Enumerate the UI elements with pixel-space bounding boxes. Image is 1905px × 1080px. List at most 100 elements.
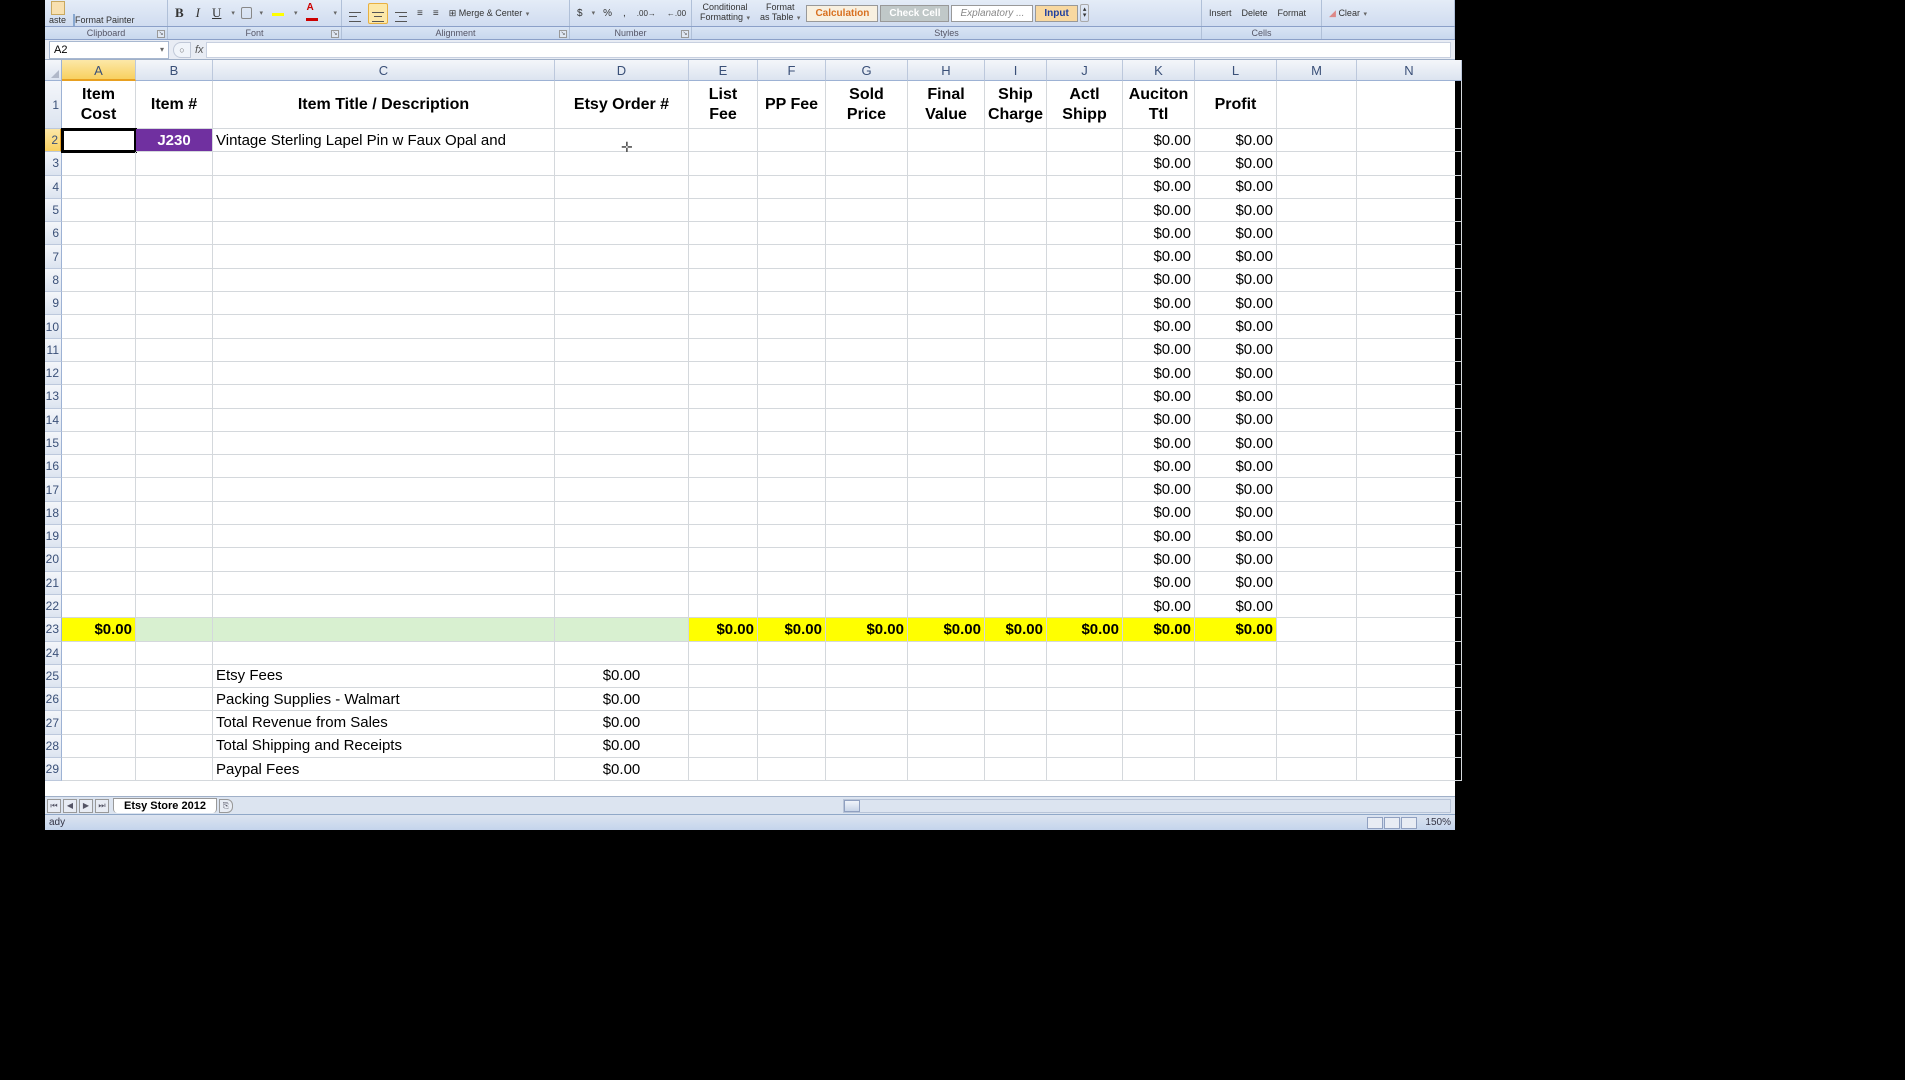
cell-E21[interactable] (689, 572, 758, 595)
cell-D8[interactable] (555, 269, 689, 292)
formula-input[interactable] (206, 42, 1451, 58)
increase-decimal-button[interactable]: .00→ (634, 8, 659, 19)
row-header-23[interactable]: 23 (45, 618, 62, 641)
cell-M25[interactable] (1277, 665, 1357, 688)
cell-L13[interactable]: $0.00 (1195, 385, 1277, 408)
cell-C21[interactable] (213, 572, 555, 595)
cell-G1[interactable]: Sold Price (826, 81, 908, 129)
cell-C9[interactable] (213, 292, 555, 315)
cell-G2[interactable] (826, 129, 908, 152)
cell-N6[interactable] (1357, 222, 1462, 245)
cell-G12[interactable] (826, 362, 908, 385)
cell-M18[interactable] (1277, 502, 1357, 525)
style-explanatory[interactable]: Explanatory ... (951, 5, 1033, 22)
row-header-20[interactable]: 20 (45, 548, 62, 571)
col-header-H[interactable]: H (908, 60, 985, 81)
cell-D18[interactable] (555, 502, 689, 525)
cell-H12[interactable] (908, 362, 985, 385)
cell-M26[interactable] (1277, 688, 1357, 711)
cell-L29[interactable] (1195, 758, 1277, 781)
row-header-25[interactable]: 25 (45, 665, 62, 688)
italic-button[interactable]: I (193, 4, 203, 22)
col-header-M[interactable]: M (1277, 60, 1357, 81)
cell-B27[interactable] (136, 711, 213, 734)
cell-D22[interactable] (555, 595, 689, 618)
cell-K8[interactable]: $0.00 (1123, 269, 1195, 292)
cell-L3[interactable]: $0.00 (1195, 152, 1277, 175)
decrease-decimal-button[interactable]: ←.00 (664, 8, 689, 19)
cell-D15[interactable] (555, 432, 689, 455)
cell-N19[interactable] (1357, 525, 1462, 548)
cell-N12[interactable] (1357, 362, 1462, 385)
cell-H26[interactable] (908, 688, 985, 711)
cell-E6[interactable] (689, 222, 758, 245)
currency-button[interactable]: $ (574, 7, 586, 20)
cell-M24[interactable] (1277, 642, 1357, 665)
cell-I8[interactable] (985, 269, 1047, 292)
cell-H6[interactable] (908, 222, 985, 245)
cell-A10[interactable] (62, 315, 136, 338)
cell-G21[interactable] (826, 572, 908, 595)
cell-G6[interactable] (826, 222, 908, 245)
align-left-button[interactable] (346, 4, 364, 23)
cell-F20[interactable] (758, 548, 826, 571)
align-right-button[interactable] (392, 4, 410, 23)
cell-E17[interactable] (689, 478, 758, 501)
cell-C25[interactable]: Etsy Fees (213, 665, 555, 688)
cell-B15[interactable] (136, 432, 213, 455)
cell-E8[interactable] (689, 269, 758, 292)
cell-J14[interactable] (1047, 409, 1123, 432)
cell-A22[interactable] (62, 595, 136, 618)
cell-H18[interactable] (908, 502, 985, 525)
cell-C15[interactable] (213, 432, 555, 455)
cell-F24[interactable] (758, 642, 826, 665)
row-header-1[interactable]: 1 (45, 81, 62, 129)
cell-H4[interactable] (908, 176, 985, 199)
cell-F7[interactable] (758, 245, 826, 268)
cell-L23[interactable]: $0.00 (1195, 618, 1277, 641)
cell-E18[interactable] (689, 502, 758, 525)
cell-J2[interactable] (1047, 129, 1123, 152)
cell-N1[interactable] (1357, 81, 1462, 129)
cell-B5[interactable] (136, 199, 213, 222)
cell-F14[interactable] (758, 409, 826, 432)
cell-L26[interactable] (1195, 688, 1277, 711)
cell-F29[interactable] (758, 758, 826, 781)
cell-N21[interactable] (1357, 572, 1462, 595)
cell-B16[interactable] (136, 455, 213, 478)
cell-D6[interactable] (555, 222, 689, 245)
cell-C3[interactable] (213, 152, 555, 175)
cell-E7[interactable] (689, 245, 758, 268)
cell-K11[interactable]: $0.00 (1123, 339, 1195, 362)
cell-N2[interactable] (1357, 129, 1462, 152)
cell-F12[interactable] (758, 362, 826, 385)
cell-H8[interactable] (908, 269, 985, 292)
cell-D16[interactable] (555, 455, 689, 478)
cell-C6[interactable] (213, 222, 555, 245)
cell-G24[interactable] (826, 642, 908, 665)
cell-C14[interactable] (213, 409, 555, 432)
cell-E24[interactable] (689, 642, 758, 665)
cell-D28[interactable]: $0.00 (555, 735, 689, 758)
cell-L18[interactable]: $0.00 (1195, 502, 1277, 525)
row-header-17[interactable]: 17 (45, 478, 62, 501)
row-header-13[interactable]: 13 (45, 385, 62, 408)
bold-button[interactable]: B (172, 4, 187, 22)
merge-center-button[interactable]: ⊞ Merge & Center ▾ (446, 7, 533, 20)
cell-C27[interactable]: Total Revenue from Sales (213, 711, 555, 734)
cell-B2[interactable]: J230 (136, 129, 213, 152)
cell-D25[interactable]: $0.00 (555, 665, 689, 688)
cell-G8[interactable] (826, 269, 908, 292)
cell-K9[interactable]: $0.00 (1123, 292, 1195, 315)
font-launcher[interactable]: ↘ (331, 30, 339, 38)
cell-H2[interactable] (908, 129, 985, 152)
cell-D7[interactable] (555, 245, 689, 268)
cell-L4[interactable]: $0.00 (1195, 176, 1277, 199)
cell-H23[interactable]: $0.00 (908, 618, 985, 641)
cell-F5[interactable] (758, 199, 826, 222)
cell-M3[interactable] (1277, 152, 1357, 175)
cell-I25[interactable] (985, 665, 1047, 688)
tab-nav-prev[interactable]: ◀ (63, 799, 77, 813)
cell-E19[interactable] (689, 525, 758, 548)
cell-K12[interactable]: $0.00 (1123, 362, 1195, 385)
